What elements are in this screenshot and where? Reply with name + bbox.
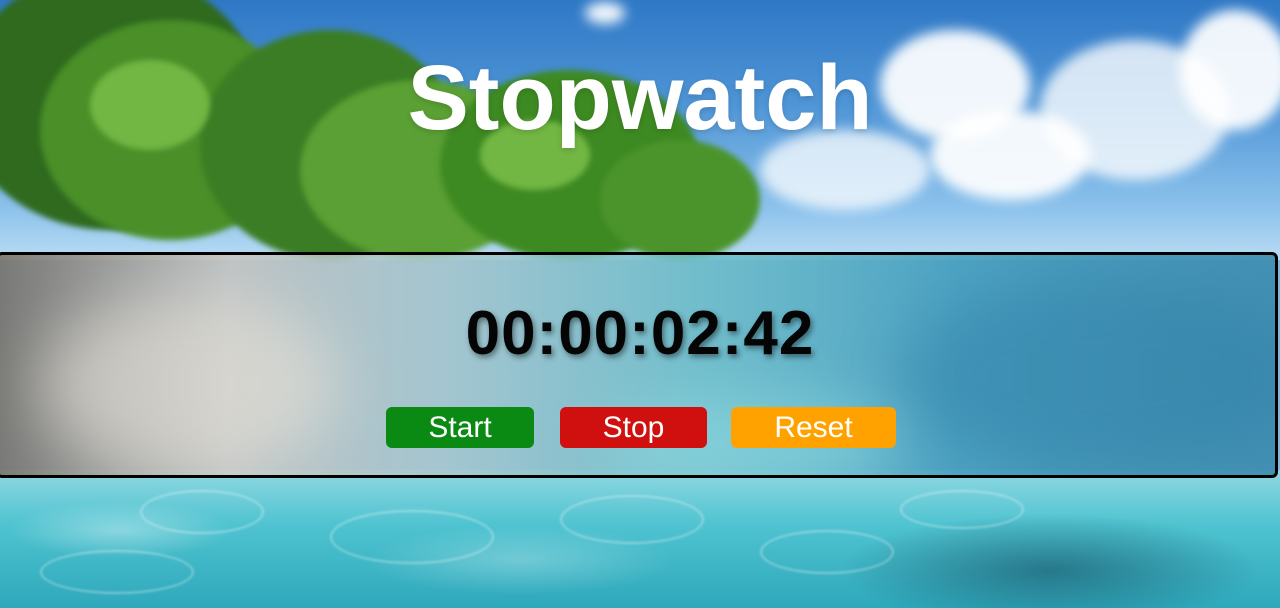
timer-display: 00:00:02:42: [465, 299, 815, 368]
stop-button[interactable]: Stop: [560, 407, 707, 448]
control-buttons: Start Stop Reset: [0, 407, 1275, 449]
background-scene: Stopwatch 00:00:02:42 Start Stop Reset: [0, 0, 1280, 608]
reset-button[interactable]: Reset: [731, 407, 896, 448]
water-background: [0, 470, 1280, 608]
page-title: Stopwatch: [407, 47, 873, 149]
stopwatch-panel: 00:00:02:42 Start Stop Reset: [0, 252, 1278, 478]
start-button[interactable]: Start: [386, 407, 534, 448]
